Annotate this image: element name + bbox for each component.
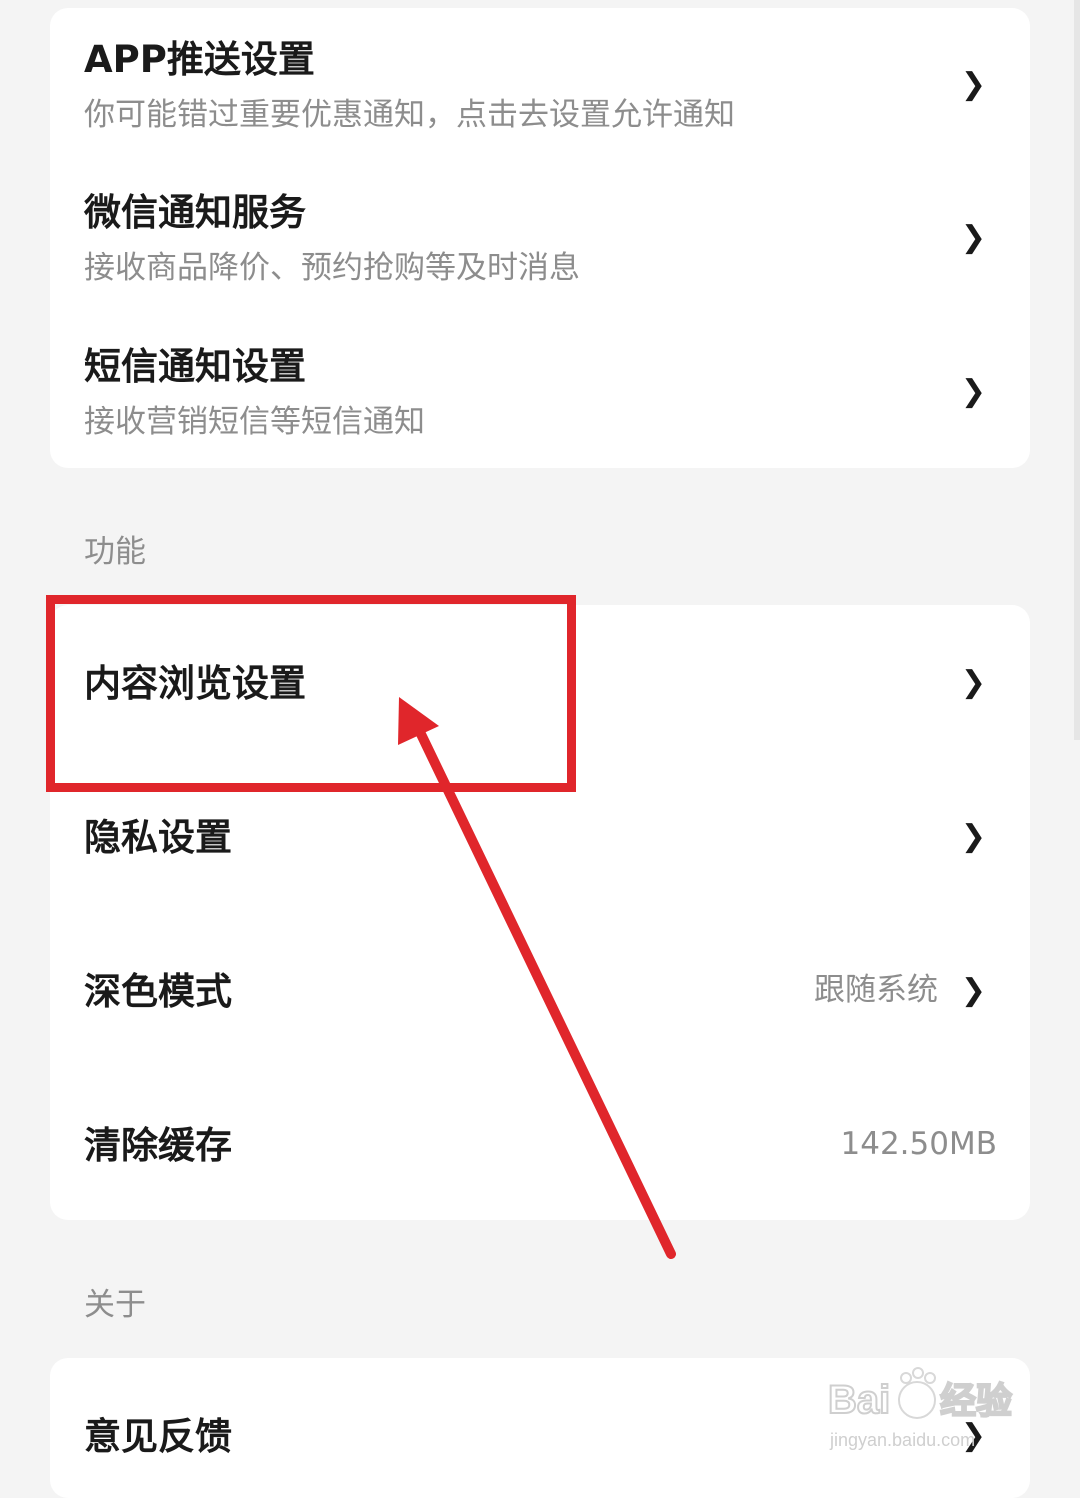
row-title: 清除缓存: [84, 1124, 232, 1167]
dark-mode-value: 跟随系统: [814, 972, 938, 1008]
row-subtitle: 接收营销短信等短信通知: [84, 404, 425, 440]
content-browsing-settings-row[interactable]: 内容浏览设置 ❯: [50, 605, 1030, 759]
chevron-right-icon: ❯: [960, 67, 986, 102]
chevron-right-icon: ❯: [960, 220, 986, 255]
row-title: 深色模式: [84, 970, 232, 1013]
feature-settings-card: 内容浏览设置 ❯ 隐私设置 ❯ 深色模式 跟随系统 ❯ 清除缓存 142.50M…: [50, 605, 1030, 1220]
row-title: 短信通知设置: [84, 345, 306, 388]
row-subtitle: 接收商品降价、预约抢购等及时消息: [84, 250, 580, 286]
row-title: 隐私设置: [84, 816, 232, 859]
chevron-right-icon: ❯: [960, 973, 986, 1008]
about-section-label: 关于: [84, 1287, 146, 1323]
chevron-right-icon: ❯: [960, 1418, 986, 1453]
chevron-right-icon: ❯: [960, 819, 986, 854]
feedback-row[interactable]: 意见反馈 ❯: [50, 1358, 1030, 1498]
app-push-settings-row[interactable]: APP推送设置 你可能错过重要优惠通知，点击去设置允许通知 ❯: [50, 8, 1030, 161]
about-card: 意见反馈 ❯: [50, 1358, 1030, 1498]
dark-mode-row[interactable]: 深色模式 跟随系统 ❯: [50, 913, 1030, 1067]
clear-cache-row[interactable]: 清除缓存 142.50MB: [50, 1067, 1030, 1220]
wechat-notification-row[interactable]: 微信通知服务 接收商品降价、预约抢购等及时消息 ❯: [50, 161, 1030, 315]
sms-notification-row[interactable]: 短信通知设置 接收营销短信等短信通知 ❯: [50, 315, 1030, 468]
cache-size-value: 142.50MB: [840, 1126, 997, 1162]
chevron-right-icon: ❯: [960, 665, 986, 700]
row-title: 意见反馈: [84, 1415, 232, 1458]
row-title: 内容浏览设置: [84, 662, 306, 705]
features-section-label: 功能: [84, 534, 146, 570]
privacy-settings-row[interactable]: 隐私设置 ❯: [50, 759, 1030, 913]
notification-settings-card: APP推送设置 你可能错过重要优惠通知，点击去设置允许通知 ❯ 微信通知服务 接…: [50, 8, 1030, 468]
scrollbar[interactable]: [1074, 0, 1080, 740]
row-title: APP推送设置: [84, 38, 315, 81]
row-title: 微信通知服务: [84, 191, 306, 234]
chevron-right-icon: ❯: [960, 374, 986, 409]
row-subtitle: 你可能错过重要优惠通知，点击去设置允许通知: [84, 97, 735, 133]
